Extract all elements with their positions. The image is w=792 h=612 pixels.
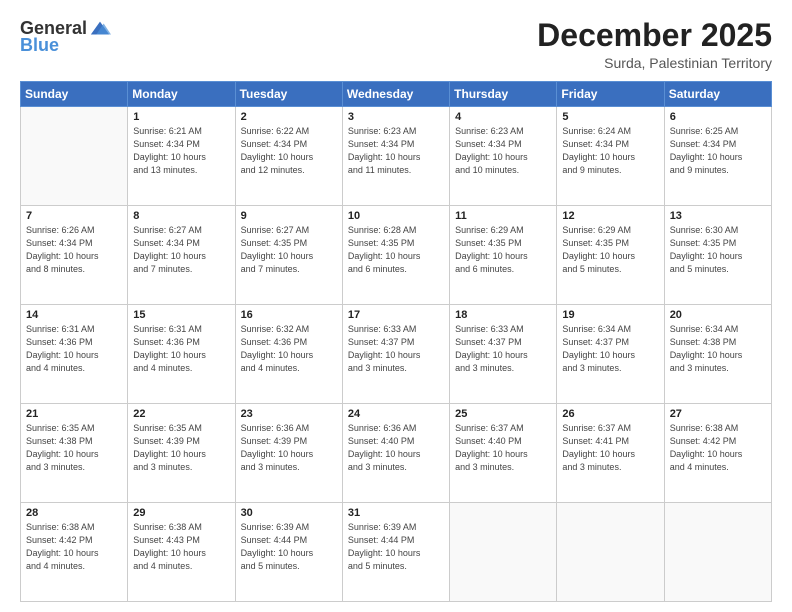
table-row: 14Sunrise: 6:31 AM Sunset: 4:36 PM Dayli… <box>21 305 128 404</box>
table-row: 31Sunrise: 6:39 AM Sunset: 4:44 PM Dayli… <box>342 503 449 602</box>
table-row: 9Sunrise: 6:27 AM Sunset: 4:35 PM Daylig… <box>235 206 342 305</box>
table-row: 24Sunrise: 6:36 AM Sunset: 4:40 PM Dayli… <box>342 404 449 503</box>
table-row: 16Sunrise: 6:32 AM Sunset: 4:36 PM Dayli… <box>235 305 342 404</box>
table-row <box>664 503 771 602</box>
table-row: 26Sunrise: 6:37 AM Sunset: 4:41 PM Dayli… <box>557 404 664 503</box>
table-row: 25Sunrise: 6:37 AM Sunset: 4:40 PM Dayli… <box>450 404 557 503</box>
calendar-table: Sunday Monday Tuesday Wednesday Thursday… <box>20 81 772 602</box>
subtitle: Surda, Palestinian Territory <box>537 55 772 71</box>
table-row: 19Sunrise: 6:34 AM Sunset: 4:37 PM Dayli… <box>557 305 664 404</box>
table-row: 28Sunrise: 6:38 AM Sunset: 4:42 PM Dayli… <box>21 503 128 602</box>
logo-blue: Blue <box>20 36 59 56</box>
logo: General Blue <box>20 18 111 56</box>
table-row: 11Sunrise: 6:29 AM Sunset: 4:35 PM Dayli… <box>450 206 557 305</box>
col-sunday: Sunday <box>21 82 128 107</box>
table-row: 3Sunrise: 6:23 AM Sunset: 4:34 PM Daylig… <box>342 107 449 206</box>
col-monday: Monday <box>128 82 235 107</box>
table-row: 2Sunrise: 6:22 AM Sunset: 4:34 PM Daylig… <box>235 107 342 206</box>
logo-icon <box>89 18 111 40</box>
table-row: 22Sunrise: 6:35 AM Sunset: 4:39 PM Dayli… <box>128 404 235 503</box>
page-header: General Blue December 2025 Surda, Palest… <box>20 18 772 71</box>
col-thursday: Thursday <box>450 82 557 107</box>
table-row: 7Sunrise: 6:26 AM Sunset: 4:34 PM Daylig… <box>21 206 128 305</box>
table-row: 13Sunrise: 6:30 AM Sunset: 4:35 PM Dayli… <box>664 206 771 305</box>
table-row: 4Sunrise: 6:23 AM Sunset: 4:34 PM Daylig… <box>450 107 557 206</box>
table-row: 6Sunrise: 6:25 AM Sunset: 4:34 PM Daylig… <box>664 107 771 206</box>
table-row: 8Sunrise: 6:27 AM Sunset: 4:34 PM Daylig… <box>128 206 235 305</box>
table-row: 5Sunrise: 6:24 AM Sunset: 4:34 PM Daylig… <box>557 107 664 206</box>
title-block: December 2025 Surda, Palestinian Territo… <box>537 18 772 71</box>
month-title: December 2025 <box>537 18 772 53</box>
table-row: 21Sunrise: 6:35 AM Sunset: 4:38 PM Dayli… <box>21 404 128 503</box>
table-row: 10Sunrise: 6:28 AM Sunset: 4:35 PM Dayli… <box>342 206 449 305</box>
table-row <box>21 107 128 206</box>
table-row: 29Sunrise: 6:38 AM Sunset: 4:43 PM Dayli… <box>128 503 235 602</box>
table-row: 20Sunrise: 6:34 AM Sunset: 4:38 PM Dayli… <box>664 305 771 404</box>
table-row: 12Sunrise: 6:29 AM Sunset: 4:35 PM Dayli… <box>557 206 664 305</box>
table-row: 18Sunrise: 6:33 AM Sunset: 4:37 PM Dayli… <box>450 305 557 404</box>
col-friday: Friday <box>557 82 664 107</box>
table-row: 17Sunrise: 6:33 AM Sunset: 4:37 PM Dayli… <box>342 305 449 404</box>
table-row <box>557 503 664 602</box>
col-wednesday: Wednesday <box>342 82 449 107</box>
calendar-header-row: Sunday Monday Tuesday Wednesday Thursday… <box>21 82 772 107</box>
table-row: 23Sunrise: 6:36 AM Sunset: 4:39 PM Dayli… <box>235 404 342 503</box>
table-row: 1Sunrise: 6:21 AM Sunset: 4:34 PM Daylig… <box>128 107 235 206</box>
col-saturday: Saturday <box>664 82 771 107</box>
table-row <box>450 503 557 602</box>
col-tuesday: Tuesday <box>235 82 342 107</box>
table-row: 30Sunrise: 6:39 AM Sunset: 4:44 PM Dayli… <box>235 503 342 602</box>
table-row: 27Sunrise: 6:38 AM Sunset: 4:42 PM Dayli… <box>664 404 771 503</box>
table-row: 15Sunrise: 6:31 AM Sunset: 4:36 PM Dayli… <box>128 305 235 404</box>
